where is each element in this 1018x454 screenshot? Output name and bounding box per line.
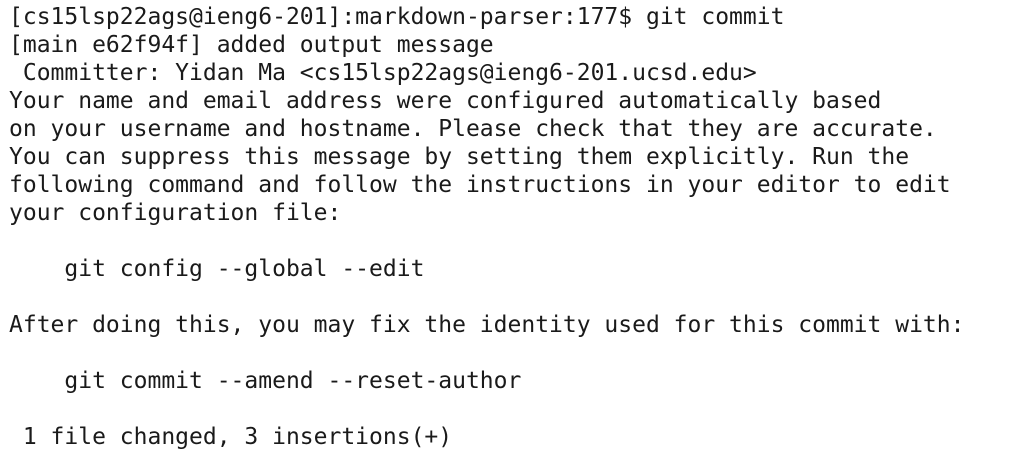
terminal-output: [cs15lsp22ags@ieng6-201]:markdown-parser…	[9, 3, 1014, 451]
message-line: After doing this, you may fix the identi…	[9, 312, 965, 338]
message-line: your configuration file:	[9, 200, 342, 226]
message-line: Your name and email address were configu…	[9, 88, 882, 114]
git-amend-command-line: git commit --amend --reset-author	[9, 368, 522, 394]
command-prompt-line: [cs15lsp22ags@ieng6-201]:markdown-parser…	[9, 4, 785, 30]
commit-summary-line: [main e62f94f] added output message	[9, 32, 494, 58]
committer-line: Committer: Yidan Ma <cs15lsp22ags@ieng6-…	[9, 60, 757, 86]
previous-output-clip	[0, 0, 1018, 2]
terminal-window[interactable]: [cs15lsp22ags@ieng6-201]:markdown-parser…	[0, 0, 1018, 454]
message-line: following command and follow the instruc…	[9, 172, 951, 198]
message-line: on your username and hostname. Please ch…	[9, 116, 937, 142]
files-changed-line: 1 file changed, 3 insertions(+)	[9, 424, 453, 450]
message-line: You can suppress this message by setting…	[9, 144, 910, 170]
git-config-command-line: git config --global --edit	[9, 256, 425, 282]
